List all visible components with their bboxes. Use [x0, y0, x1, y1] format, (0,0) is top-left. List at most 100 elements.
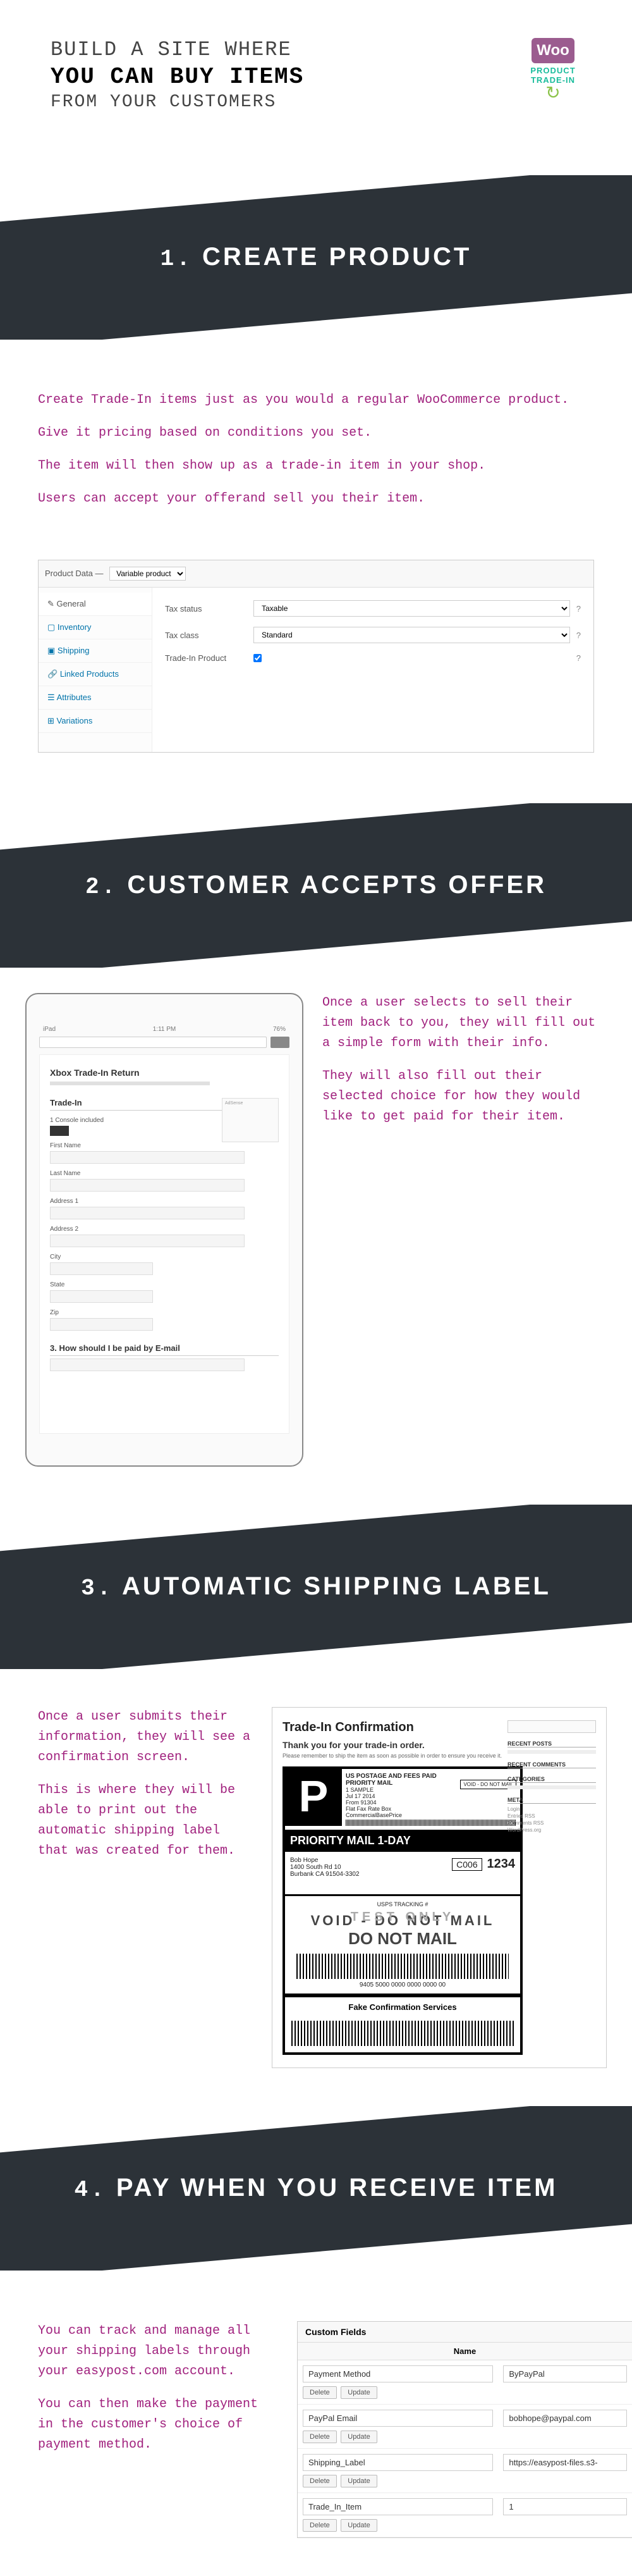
tab-linked[interactable]: 🔗 Linked Products — [39, 663, 152, 686]
first-name-input[interactable] — [50, 1151, 245, 1164]
search-button[interactable] — [270, 1037, 289, 1048]
step-title: PAY WHEN YOU RECEIVE ITEM — [116, 2174, 558, 2202]
step-banner-1: 1. CREATE PRODUCT — [0, 175, 632, 340]
tracking-number: 9405 5000 0000 0000 0000 00 — [290, 1981, 515, 1988]
field-label: Address 2 — [50, 1226, 279, 1233]
meta-link[interactable]: Comments RSS — [507, 1820, 596, 1826]
section3: Once a user submits their information, t… — [0, 1669, 632, 2106]
paragraph: Create Trade-In items just as you would … — [38, 390, 594, 410]
field-label: Last Name — [50, 1170, 279, 1177]
field-value-input[interactable] — [503, 2365, 627, 2382]
section4: You can track and manage all your shippi… — [0, 2271, 632, 2576]
help-icon[interactable]: ? — [576, 604, 581, 613]
section3-text: Once a user submits their information, t… — [38, 1707, 253, 2068]
update-button[interactable]: Update — [341, 2475, 377, 2487]
tab-inventory[interactable]: ▢ Inventory — [39, 616, 152, 639]
update-button[interactable]: Update — [341, 2431, 377, 2443]
paragraph: Users can accept your offerand sell you … — [38, 489, 594, 509]
delete-button[interactable]: Delete — [303, 2386, 337, 2399]
shipping-label: P US POSTAGE AND FEES PAID PRIORITY MAIL… — [283, 1766, 523, 2055]
sidebar-heading: RECENT COMMENTS — [507, 1761, 596, 1768]
tab-attributes[interactable]: ☰ Attributes — [39, 686, 152, 710]
ipad-mockup: iPad 1:11 PM 76% Xbox Trade-In Return Ad… — [25, 993, 303, 1467]
field-label: Trade-In Product — [165, 653, 253, 663]
truck-icon: ▣ — [47, 646, 55, 655]
tab-general[interactable]: ✎ General — [39, 593, 152, 616]
panel-header: Product Data — Variable product — [39, 560, 593, 588]
step-banner-4: 4. PAY WHEN YOU RECEIVE ITEM — [0, 2106, 632, 2271]
delete-button[interactable]: Delete — [303, 2475, 337, 2487]
last-name-input[interactable] — [50, 1179, 245, 1192]
section4-text: You can track and manage all your shippi… — [38, 2321, 278, 2468]
update-button[interactable]: Update — [341, 2386, 377, 2399]
field-value-input[interactable] — [503, 2498, 627, 2515]
tax-status-select[interactable]: Taxable — [253, 600, 570, 617]
postage-line: Flat Fax Rate Box — [346, 1806, 456, 1812]
status-battery: 76% — [273, 1026, 286, 1033]
field-name-input[interactable] — [303, 2498, 493, 2515]
status-carrier: iPad — [43, 1026, 56, 1033]
postage-line: 1 SAMPLE — [346, 1787, 456, 1793]
field-value-input[interactable] — [503, 2454, 627, 2471]
update-button[interactable]: Update — [341, 2519, 377, 2532]
meta-link[interactable]: Entries RSS — [507, 1813, 596, 1819]
postage-header: US POSTAGE AND FEES PAID — [346, 1773, 516, 1780]
priority-text: PRIORITY MAIL 1-DAY — [290, 1834, 411, 1847]
city-input[interactable] — [50, 1262, 153, 1275]
table-row: Delete Update — [298, 2405, 632, 2449]
postage-type: PRIORITY MAIL — [346, 1780, 456, 1787]
address2-input[interactable] — [50, 1235, 245, 1247]
paragraph: The item will then show up as a trade-in… — [38, 456, 594, 476]
panel-content: Tax status Taxable ? Tax class Standard … — [152, 588, 593, 752]
field-name-input[interactable] — [303, 2365, 493, 2382]
delete-button[interactable]: Delete — [303, 2431, 337, 2443]
zip-input[interactable] — [50, 1318, 153, 1331]
paragraph: This is where they will be able to print… — [38, 1780, 253, 1861]
help-icon[interactable]: ? — [576, 653, 581, 663]
search-box[interactable] — [507, 1720, 596, 1733]
step-number: 3. — [81, 1575, 113, 1601]
paypal-input[interactable] — [50, 1359, 245, 1371]
tab-shipping[interactable]: ▣ Shipping — [39, 639, 152, 663]
table-row: Delete Update — [298, 2493, 632, 2537]
tracking-label: USPS TRACKING # — [290, 1901, 515, 1907]
product-type-select[interactable]: Variable product — [109, 567, 186, 581]
step-number: 1. — [161, 246, 193, 272]
field-name-input[interactable] — [303, 2454, 493, 2471]
panel-sidebar: ✎ General ▢ Inventory ▣ Shipping 🔗 Linke… — [39, 588, 152, 752]
state-input[interactable] — [50, 1290, 153, 1303]
paragraph: Once a user submits their information, t… — [38, 1707, 253, 1768]
payment-question: 3. How should I be paid by E-mail — [50, 1343, 279, 1356]
product-data-panel: Product Data — Variable product ✎ Genera… — [38, 560, 594, 753]
meta-link[interactable]: WordPress.org — [507, 1827, 596, 1833]
address1-input[interactable] — [50, 1207, 245, 1219]
tracking-barcode — [296, 1954, 509, 1979]
woo-badge: Woo — [532, 38, 574, 63]
step-number: 4. — [75, 2177, 107, 2203]
field-value-input[interactable] — [503, 2410, 627, 2427]
sidebar-heading: CATEGORIES — [507, 1776, 596, 1783]
field-name-input[interactable] — [303, 2410, 493, 2427]
zone-code: 1234 — [487, 1857, 516, 1871]
help-icon[interactable]: ? — [576, 631, 581, 640]
step-number: 2. — [85, 874, 118, 900]
delete-button[interactable]: Delete — [303, 2519, 337, 2532]
recycle-arrow-icon: ↻ — [512, 82, 594, 103]
tax-class-select[interactable]: Standard — [253, 627, 570, 643]
bottom-barcode — [291, 2021, 514, 2046]
wrench-icon: ✎ — [47, 599, 54, 608]
tradein-checkbox[interactable] — [253, 654, 262, 662]
paragraph: They will also fill out their selected c… — [322, 1066, 607, 1127]
column-header: Name — [298, 2343, 632, 2360]
small-barcode — [346, 1820, 516, 1826]
recipient-addr: Burbank CA 91504-3302 — [290, 1871, 515, 1878]
product-thumb-icon — [50, 1126, 69, 1136]
step-banner-3: 3. AUTOMATIC SHIPPING LABEL — [0, 1505, 632, 1669]
paragraph: You can then make the payment in the cus… — [38, 2394, 278, 2455]
list-icon: ☰ — [47, 693, 55, 702]
tab-variations[interactable]: ⊞ Variations — [39, 710, 152, 733]
meta-link[interactable]: Login — [507, 1806, 596, 1812]
link-icon: 🔗 — [47, 669, 58, 679]
url-bar[interactable] — [39, 1037, 267, 1048]
section2: iPad 1:11 PM 76% Xbox Trade-In Return Ad… — [0, 968, 632, 1505]
